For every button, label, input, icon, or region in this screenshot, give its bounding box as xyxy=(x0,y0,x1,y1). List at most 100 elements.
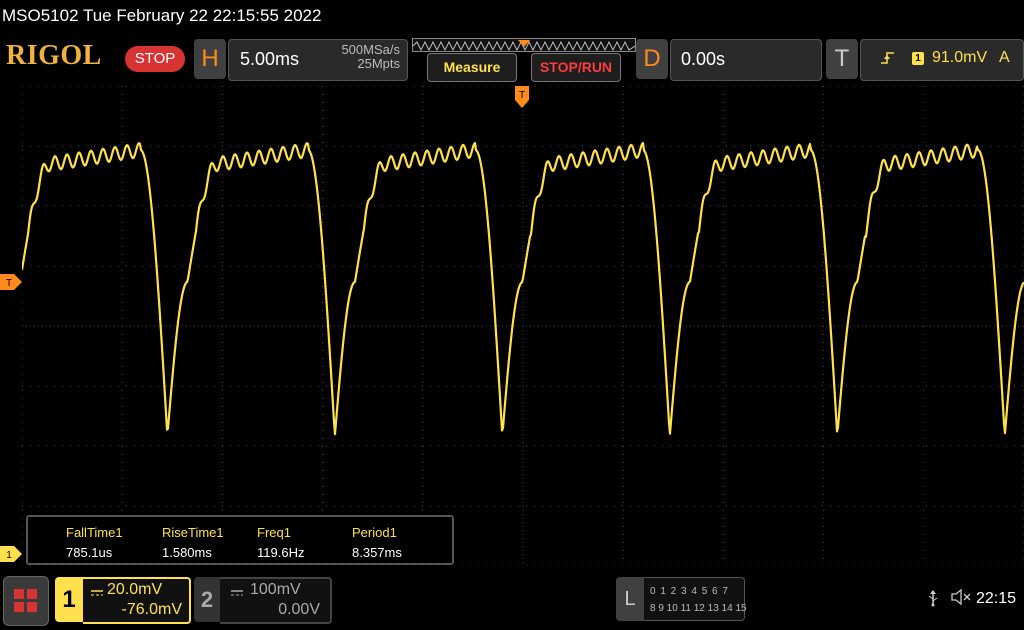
grid-dot xyxy=(590,86,591,87)
grid-dot xyxy=(823,422,825,423)
grid-dot xyxy=(134,145,135,147)
logic-analyzer-panel[interactable] xyxy=(644,577,745,621)
grid-dot xyxy=(942,265,943,267)
speaker-muted-icon[interactable] xyxy=(950,588,972,611)
measure-button[interactable]: Measure xyxy=(427,53,517,82)
grid-dot xyxy=(878,565,879,566)
grid-dot xyxy=(823,126,825,127)
waveform-display[interactable] xyxy=(22,86,1024,566)
grid-dot xyxy=(382,445,383,447)
grid-dot xyxy=(622,182,624,183)
grid-dot xyxy=(566,385,567,387)
grid-dot xyxy=(622,550,624,551)
grid-dot xyxy=(582,385,583,387)
channel1-button[interactable]: 1 xyxy=(55,577,83,622)
grid-dot xyxy=(322,334,324,335)
grid-dot xyxy=(622,174,624,175)
grid-dot xyxy=(230,565,231,566)
grid-dot xyxy=(923,374,925,375)
grid-dot xyxy=(494,86,495,87)
channel2-button[interactable]: 2 xyxy=(194,577,220,622)
grid-dot xyxy=(294,265,295,267)
grid-dot xyxy=(902,385,903,387)
grid-dot xyxy=(121,190,123,191)
grid-dot xyxy=(422,342,424,343)
grid-dot xyxy=(526,205,527,207)
grid-dot xyxy=(566,205,567,207)
grid-dot xyxy=(510,385,511,387)
grid-dot xyxy=(262,565,263,566)
grid-dot xyxy=(22,518,23,519)
grid-dot xyxy=(30,385,31,387)
channel1-offset-marker[interactable]: 1 xyxy=(0,546,22,562)
grid-dot xyxy=(121,366,123,367)
grid-dot xyxy=(622,505,623,507)
grid-dot xyxy=(654,385,655,387)
grid-dot xyxy=(1006,505,1007,507)
channel2-scale: 100mV xyxy=(250,581,301,598)
menu-grid-icon[interactable] xyxy=(3,576,49,626)
grid-dot xyxy=(923,486,925,487)
grid-dot xyxy=(814,145,815,147)
grid-dot xyxy=(718,205,719,207)
grid-dot xyxy=(923,118,925,119)
grid-dot xyxy=(121,478,123,479)
grid-dot xyxy=(446,385,447,387)
grid-dot xyxy=(790,86,791,87)
measurement-panel[interactable]: FallTime1 785.1us RiseTime1 1.580ms Freq… xyxy=(26,515,454,565)
grid-dot xyxy=(22,205,23,207)
run-status-badge[interactable]: STOP xyxy=(125,46,185,72)
grid-dot xyxy=(646,505,647,507)
grid-dot xyxy=(923,494,925,495)
grid-dot xyxy=(158,86,159,87)
grid-dot xyxy=(238,145,239,147)
logic-channels-row2: 8 9 10 11 12 13 14 15 xyxy=(650,603,747,614)
grid-dot xyxy=(62,445,63,447)
grid-dot xyxy=(823,462,825,463)
grid-dot xyxy=(614,205,615,207)
grid-dot xyxy=(622,230,624,231)
grid-dot xyxy=(686,265,687,267)
stop-run-button[interactable]: STOP/RUN xyxy=(531,53,621,82)
grid-dot xyxy=(862,145,863,147)
grid-dot xyxy=(422,494,424,495)
grid-dot xyxy=(950,205,951,207)
grid-dot xyxy=(678,145,679,147)
grid-dot xyxy=(702,445,703,447)
grid-dot xyxy=(934,505,935,507)
grid-dot xyxy=(558,86,559,87)
delay-menu-button[interactable]: D xyxy=(636,39,668,79)
grid-dot xyxy=(966,86,967,87)
grid-dot xyxy=(174,505,175,507)
grid-dot xyxy=(722,350,724,351)
grid-dot xyxy=(422,265,423,267)
horizontal-menu-button[interactable]: H xyxy=(194,39,226,79)
grid-dot xyxy=(622,110,624,111)
meas-label-freq: Freq1 xyxy=(257,525,291,540)
grid-dot xyxy=(446,445,447,447)
grid-dot xyxy=(534,385,535,387)
grid-dot xyxy=(221,222,223,223)
grid-dot xyxy=(318,445,319,447)
trigger-level-marker[interactable]: T xyxy=(0,274,22,290)
memory-position-strip[interactable] xyxy=(412,38,636,52)
grid-dot xyxy=(526,385,527,387)
grid-dot xyxy=(722,494,724,495)
grid-dot xyxy=(550,505,551,507)
grid-dot xyxy=(742,565,743,566)
grid-dot xyxy=(422,118,424,119)
grid-dot xyxy=(923,558,925,559)
grid-dot xyxy=(838,205,839,207)
grid-dot xyxy=(823,486,825,487)
grid-dot xyxy=(322,358,324,359)
grid-dot xyxy=(886,86,887,87)
grid-dot xyxy=(121,318,123,319)
grid-dot xyxy=(966,265,967,267)
logic-analyzer-button[interactable]: L xyxy=(616,577,644,621)
grid-dot xyxy=(718,385,719,387)
grid-dot xyxy=(722,454,724,455)
trigger-menu-button[interactable]: T xyxy=(826,39,858,79)
grid-dot xyxy=(1022,86,1023,87)
trigger-position-marker[interactable]: T xyxy=(515,86,529,108)
grid-dot xyxy=(582,565,583,566)
